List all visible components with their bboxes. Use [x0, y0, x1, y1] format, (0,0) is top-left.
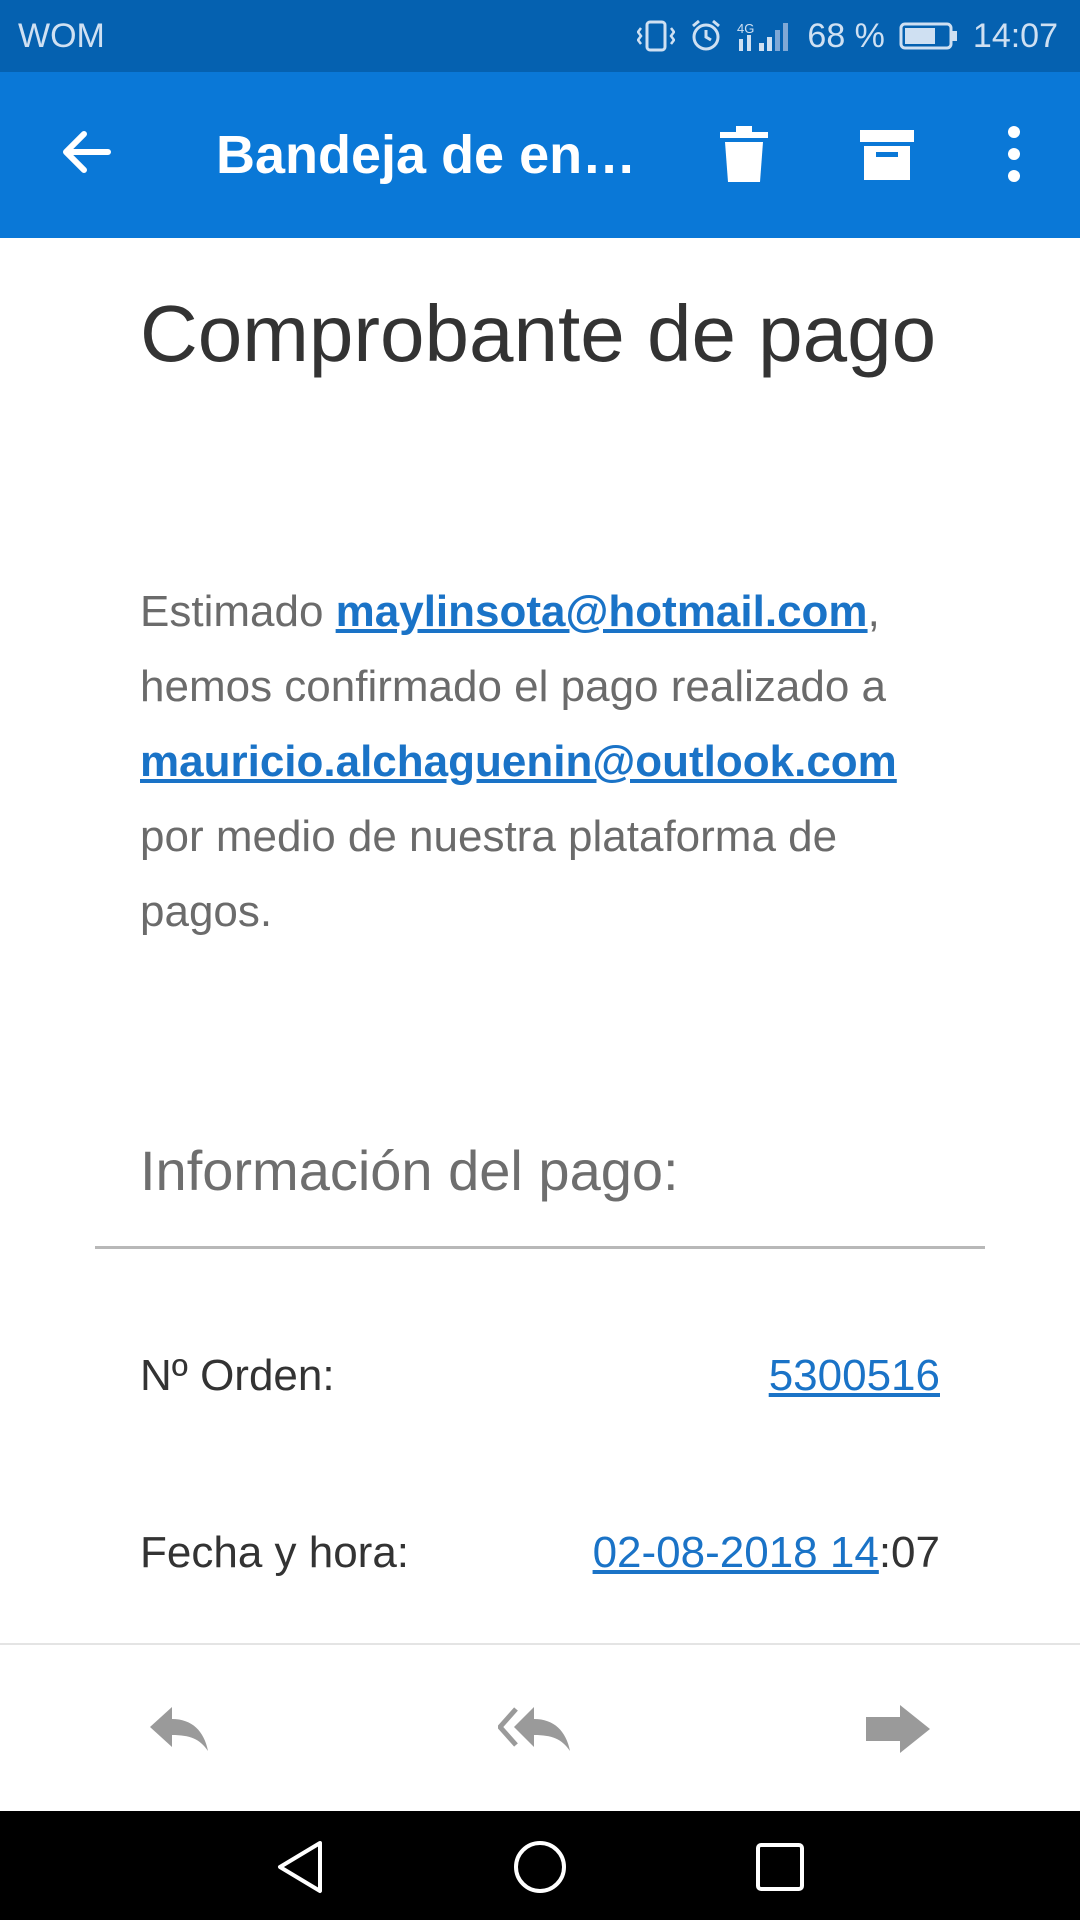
carrier-label: WOM — [18, 16, 105, 55]
folder-title: Bandeja de en… — [216, 125, 636, 185]
archive-icon[interactable] — [858, 124, 916, 184]
date-link[interactable]: 02-08-2018 14 — [593, 1528, 879, 1577]
date-row: Fecha y hora: 02-08-2018 14:07 — [140, 1528, 940, 1588]
comma-text: , — [867, 587, 880, 636]
more-vert-icon[interactable] — [998, 122, 1030, 186]
vibrate-icon — [637, 19, 676, 53]
body-text-3: por medio de nuestra plataforma de pagos… — [140, 812, 838, 936]
system-nav-bar — [0, 1811, 1080, 1920]
network-type-label: 4G — [737, 21, 754, 36]
back-triangle-icon[interactable] — [272, 1837, 332, 1897]
payment-info-heading: Información del pago: — [140, 1139, 679, 1202]
date-rest: :07 — [878, 1528, 940, 1577]
order-number-link[interactable]: 5300516 — [769, 1351, 940, 1400]
sender-email-link[interactable]: maylinsota@hotmail.com — [336, 587, 868, 636]
body-text-2: hemos confirmado el pago realizado a — [140, 662, 887, 711]
clock: 14:07 — [972, 16, 1058, 55]
section-divider — [95, 1246, 985, 1249]
back-arrow-icon[interactable] — [56, 122, 116, 182]
email-action-bar — [0, 1643, 1080, 1811]
status-icons: 4G 68 % 14:07 — [637, 17, 1058, 56]
date-value: 02-08-2018 14:07 — [593, 1528, 940, 1578]
app-bar: Bandeja de en… — [0, 72, 1080, 238]
battery-icon — [899, 21, 959, 51]
forward-icon[interactable] — [860, 1697, 940, 1761]
alarm-icon — [689, 19, 723, 53]
date-label: Fecha y hora: — [140, 1528, 410, 1577]
recents-square-icon[interactable] — [750, 1837, 810, 1897]
email-content[interactable]: Comprobante de pago Estimado maylinsota@… — [0, 238, 1080, 1643]
email-body: Estimado maylinsota@hotmail.com, hemos c… — [140, 574, 940, 949]
home-circle-icon[interactable] — [510, 1837, 570, 1897]
order-label: Nº Orden: — [140, 1351, 335, 1400]
battery-percent: 68 % — [807, 16, 885, 55]
order-value: 5300516 — [769, 1351, 940, 1401]
email-subject: Comprobante de pago — [140, 289, 937, 378]
status-bar: WOM 4G 68 % 14:07 — [0, 0, 1080, 72]
greeting-text: Estimado — [140, 587, 336, 636]
order-row: Nº Orden: 5300516 — [140, 1351, 940, 1411]
reply-all-icon[interactable] — [496, 1697, 578, 1761]
trash-icon[interactable] — [718, 124, 770, 184]
reply-icon[interactable] — [140, 1697, 220, 1761]
recipient-email-link[interactable]: mauricio.alchaguenin@outlook.com — [140, 737, 897, 786]
signal-icon: 4G — [737, 19, 793, 53]
